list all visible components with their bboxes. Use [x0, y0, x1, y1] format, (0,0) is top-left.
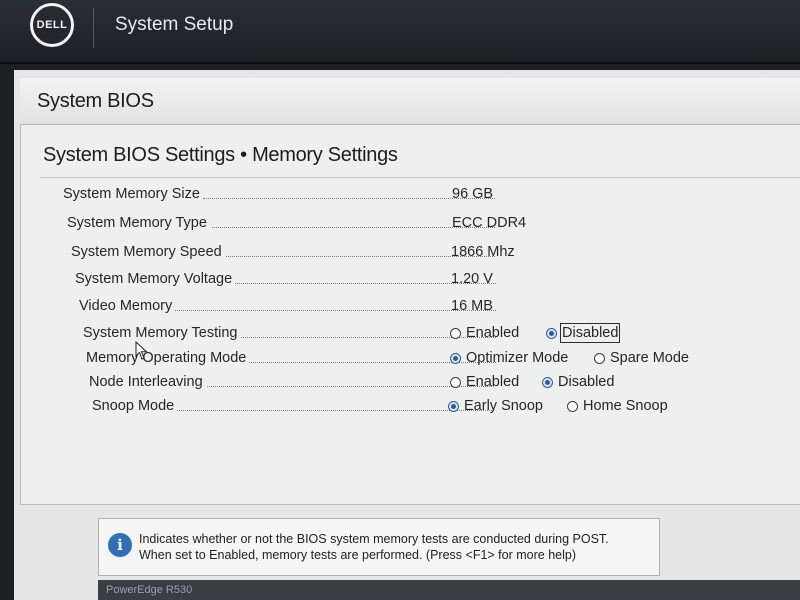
setting-label: System Memory Type — [67, 215, 210, 231]
radio-label: Early Snoop — [464, 398, 543, 414]
bios-frame — [20, 78, 800, 505]
row-system-memory-size: System Memory Size 96 GB — [63, 186, 763, 206]
radio-circle — [567, 400, 578, 412]
radio-label: Home Snoop — [583, 398, 668, 414]
page-heading: System BIOS Settings • Memory Settings — [43, 144, 398, 166]
app-title: System Setup — [115, 14, 234, 35]
setting-value: 1866 Mhz — [451, 244, 515, 260]
row-memory-operating-mode: Memory Operating Mode Optimizer Mode Spa… — [86, 350, 786, 370]
setting-label: Video Memory — [79, 298, 176, 314]
radio-circle-selected — [450, 352, 461, 364]
row-node-interleaving: Node Interleaving Enabled Disabled — [89, 374, 789, 394]
radio-circle-selected — [542, 376, 553, 388]
leader-dots — [174, 310, 496, 311]
row-system-memory-speed: System Memory Speed 1866 Mhz — [71, 244, 771, 264]
logo-text: DELL — [36, 19, 68, 31]
radio-label: Optimizer Mode — [466, 350, 569, 366]
radio-circle — [450, 376, 461, 388]
leader-dots — [172, 410, 494, 411]
radio-circle — [594, 352, 605, 364]
setting-label: Node Interleaving — [89, 374, 206, 390]
radio-label-focused: Disabled — [559, 323, 621, 343]
radio-circle — [450, 327, 461, 339]
help-line-2: When set to Enabled, memory tests are pe… — [139, 548, 576, 562]
top-bar: DELL System Setup — [0, 0, 800, 64]
setting-value: ECC DDR4 — [452, 215, 527, 231]
setting-label: System Memory Testing — [83, 325, 241, 341]
help-text: Indicates whether or not the BIOS system… — [139, 531, 649, 563]
radio-enabled[interactable]: Enabled — [450, 325, 519, 341]
radio-spare-mode[interactable]: Spare Mode — [594, 350, 689, 366]
footer-strip — [98, 580, 800, 600]
setting-value: 96 GB — [452, 186, 494, 202]
heading-divider — [40, 177, 800, 178]
radio-disabled[interactable]: Disabled — [546, 323, 621, 343]
bios-title: System BIOS — [37, 90, 154, 112]
mouse-cursor-icon — [135, 341, 148, 360]
radio-circle-selected — [546, 327, 557, 339]
setting-label: System Memory Voltage — [75, 271, 236, 287]
radio-enabled[interactable]: Enabled — [450, 374, 519, 390]
row-video-memory: Video Memory 16 MB — [79, 298, 779, 318]
radio-label: Disabled — [558, 374, 615, 390]
radio-optimizer-mode[interactable]: Optimizer Mode — [450, 350, 568, 366]
radio-circle-selected — [448, 400, 459, 412]
radio-early-snoop[interactable]: Early Snoop — [448, 398, 543, 414]
row-system-memory-testing: System Memory Testing Enabled Disabled — [83, 323, 783, 345]
setting-value: 1.20 V — [451, 271, 493, 287]
radio-label: Spare Mode — [610, 350, 689, 366]
info-icon: i — [108, 533, 132, 557]
row-system-memory-type: System Memory Type ECC DDR4 — [67, 215, 767, 235]
radio-label: Enabled — [466, 374, 520, 390]
dell-logo: DELL — [30, 3, 74, 47]
row-system-memory-voltage: System Memory Voltage 1.20 V — [75, 271, 775, 291]
row-snoop-mode: Snoop Mode Early Snoop Home Snoop — [92, 398, 792, 418]
setting-label: System Memory Speed — [71, 244, 225, 260]
radio-disabled[interactable]: Disabled — [542, 374, 614, 390]
radio-label: Enabled — [466, 325, 520, 341]
setting-label: System Memory Size — [63, 186, 203, 202]
setting-label: Memory Operating Mode — [86, 350, 250, 366]
radio-home-snoop[interactable]: Home Snoop — [567, 398, 668, 414]
help-line-1: Indicates whether or not the BIOS system… — [139, 532, 609, 546]
top-divider — [93, 8, 94, 48]
footer-model: PowerEdge R530 — [106, 584, 193, 596]
setting-label: Snoop Mode — [92, 398, 178, 414]
setting-value: 16 MB — [451, 298, 493, 314]
